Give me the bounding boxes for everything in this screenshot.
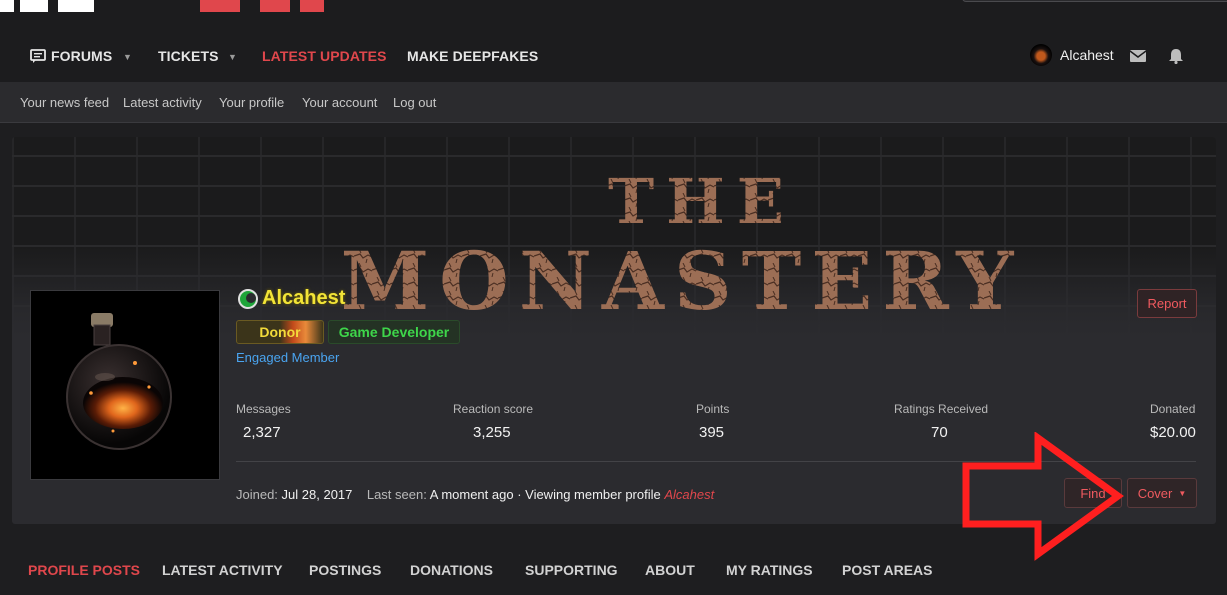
joined-date: Jul 28, 2017 [281, 487, 353, 502]
tab-profile-posts[interactable]: PROFILE POSTS [28, 562, 140, 578]
subnav-your-profile[interactable]: Your profile [219, 95, 284, 110]
tab-latest-activity[interactable]: LATEST ACTIVITY [162, 562, 283, 578]
game-developer-badge: Game Developer [328, 320, 460, 344]
profile-username[interactable]: Alcahest [238, 287, 345, 310]
stat-value-messages[interactable]: 2,327 [243, 424, 281, 441]
cover-button-label: Cover [1137, 485, 1173, 501]
stat-label-messages: Messages [236, 402, 291, 416]
nav-forums-label: FORUMS [51, 48, 113, 64]
tab-postings[interactable]: POSTINGS [309, 562, 381, 578]
main-nav: FORUMS ▼ TICKETS ▼ LATEST UPDATES MAKE D… [0, 30, 1227, 82]
nav-tickets-label: TICKETS [158, 48, 219, 64]
last-seen-value: A moment ago · Viewing member profile [429, 487, 661, 502]
report-button-label: Report [1147, 296, 1187, 311]
tab-post-areas[interactable]: POST AREAS [842, 562, 933, 578]
game-developer-badge-label: Game Developer [338, 324, 450, 340]
last-seen-label: Last seen: [366, 487, 427, 502]
chevron-down-icon[interactable]: ▼ [228, 52, 237, 62]
tab-my-ratings[interactable]: MY RATINGS [726, 562, 813, 578]
site-logo[interactable] [0, 0, 110, 12]
nav-user-menu[interactable]: Alcahest [1030, 44, 1114, 66]
nav-make-deepfakes[interactable]: MAKE DEEPFAKES [407, 48, 538, 64]
last-seen-profile-link[interactable]: Alcahest [664, 487, 714, 502]
nav-latest-updates[interactable]: LATEST UPDATES [262, 48, 387, 64]
stat-label-donated: Donated [1150, 402, 1196, 416]
stat-label-points: Points [696, 402, 730, 416]
cover-button[interactable]: Cover ▼ [1127, 478, 1197, 508]
joined-label: Joined: [236, 487, 278, 502]
stat-value-reaction-score[interactable]: 3,255 [473, 424, 511, 441]
site-logo-accent [200, 0, 324, 12]
nav-tickets[interactable]: TICKETS [158, 48, 219, 64]
report-button[interactable]: Report [1137, 289, 1197, 318]
mail-icon[interactable] [1129, 48, 1147, 64]
sub-nav: Your news feed Latest activity Your prof… [0, 82, 1227, 123]
tab-supporting[interactable]: SUPPORTING [525, 562, 618, 578]
avatar [1030, 44, 1052, 66]
stat-label-reaction-score: Reaction score [453, 402, 534, 416]
stat-value-donated: $20.00 [1150, 424, 1196, 441]
bell-icon[interactable] [1167, 48, 1185, 64]
donor-badge: Donor [236, 320, 324, 344]
chevron-down-icon[interactable]: ▼ [123, 52, 132, 62]
forum-icon [30, 48, 46, 63]
tab-about[interactable]: ABOUT [645, 562, 695, 578]
subnav-your-account[interactable]: Your account [302, 95, 377, 110]
top-strip [0, 0, 1227, 30]
subnav-latest-activity[interactable]: Latest activity [123, 95, 202, 110]
chevron-down-icon: ▼ [1178, 488, 1187, 498]
annotation-arrow-icon [962, 432, 1124, 561]
stat-value-ratings[interactable]: 70 [931, 424, 948, 441]
online-status-icon [238, 288, 258, 309]
stat-label-ratings: Ratings Received [894, 402, 989, 416]
nav-latest-updates-label: LATEST UPDATES [262, 48, 387, 64]
potion-bottle-icon [66, 313, 172, 450]
cover-title-line2: MONASTERY [341, 234, 1024, 328]
profile-username-text: Alcahest [262, 287, 346, 309]
stat-value-points[interactable]: 395 [699, 424, 724, 441]
nav-make-deepfakes-label: MAKE DEEPFAKES [407, 48, 539, 64]
subnav-news-feed[interactable]: Your news feed [20, 95, 109, 110]
search-input[interactable] [962, 0, 1227, 2]
tab-donations[interactable]: DONATIONS [410, 562, 493, 578]
donor-badge-label: Donor [259, 324, 301, 340]
nav-username: Alcahest [1060, 47, 1114, 63]
nav-forums[interactable]: FORUMS [30, 48, 112, 64]
profile-avatar[interactable] [30, 290, 220, 480]
cover-title-line1: THE [608, 165, 796, 238]
member-info-row: Joined: Jul 28, 2017 Last seen: A moment… [236, 487, 714, 502]
user-title: Engaged Member [236, 350, 340, 365]
subnav-log-out[interactable]: Log out [393, 95, 436, 110]
